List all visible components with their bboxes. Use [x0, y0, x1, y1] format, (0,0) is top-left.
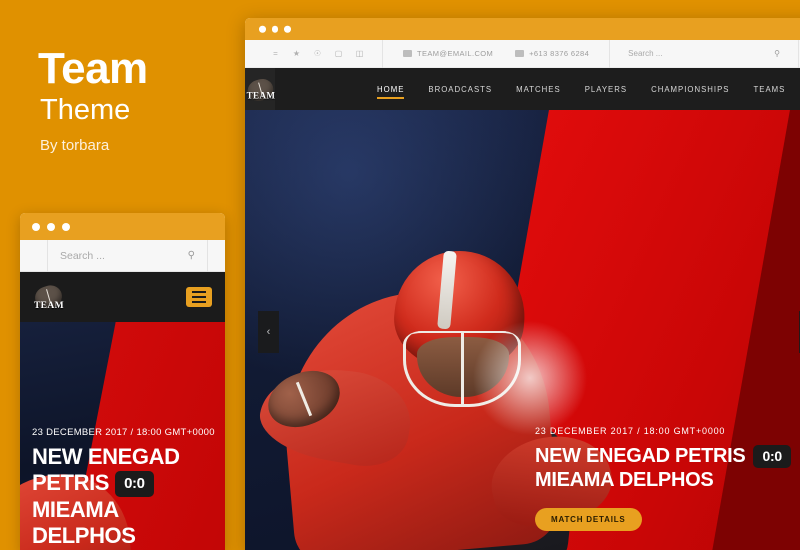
envelope-icon: [403, 50, 412, 57]
desktop-preview-window: = ★ ☉ ▢ ◫ TEAM@EMAIL.COM +613 8376 6284 …: [245, 18, 800, 550]
mobile-navbar: TEAM: [20, 272, 225, 322]
slider-prev-button[interactable]: ‹: [258, 310, 279, 353]
hamburger-bar-1: [192, 291, 206, 293]
mobile-search-placeholder: Search ...: [60, 249, 105, 262]
vk-icon[interactable]: ◫: [355, 49, 364, 58]
match-details-button[interactable]: MATCH DETAILS: [535, 507, 642, 531]
window-dot-maximize[interactable]: [284, 25, 291, 33]
home-team-name: NEW ENEGAD PETRIS: [535, 445, 746, 467]
mobile-titlebar: [20, 213, 225, 240]
search-input[interactable]: Search ... ⚲: [610, 40, 798, 68]
mobile-topbar-left-cell: [20, 239, 48, 272]
phone-text: +613 8376 6284: [529, 49, 590, 58]
pinterest-icon[interactable]: ☉: [313, 49, 322, 58]
phone-contact[interactable]: +613 8376 6284: [515, 49, 589, 58]
mobile-topbar-right-cell: [207, 239, 225, 272]
home-team-row: NEW ENEGAD PETRIS 0:0: [535, 444, 800, 469]
desktop-window-controls: [259, 25, 291, 33]
nav-item-teams[interactable]: TEAMS: [742, 68, 798, 110]
nav-menu: HOME BROADCASTS MATCHES PLAYERS CHAMPION…: [365, 68, 800, 110]
window-dot-close[interactable]: [32, 222, 40, 231]
hamburger-bar-2: [192, 296, 206, 298]
logo-text: TEAM: [33, 301, 65, 311]
logo-text: TEAM: [246, 91, 276, 102]
hero-caption: 23 DECEMBER 2017 / 18:00 GMT+0000 NEW EN…: [535, 426, 800, 531]
mobile-search-input[interactable]: Search ... ⚲: [48, 240, 207, 272]
nav-item-broadcasts[interactable]: BROADCASTS: [416, 68, 504, 110]
search-icon[interactable]: ⚲: [188, 250, 195, 261]
author-byline: By torbara: [40, 137, 110, 154]
nav-item-home[interactable]: HOME: [365, 68, 416, 110]
mobile-away-team-line2: DELPHOS: [32, 522, 136, 548]
mobile-hero-slider: 23 DECEMBER 2017 / 18:00 GMT+0000 NEW EN…: [20, 322, 225, 550]
desktop-titlebar: [245, 18, 800, 40]
site-topbar: = ★ ☉ ▢ ◫ TEAM@EMAIL.COM +613 8376 6284 …: [245, 39, 800, 68]
instagram-icon[interactable]: ▢: [334, 49, 343, 58]
site-logo[interactable]: TEAM: [245, 68, 276, 110]
mobile-window-controls: [32, 222, 70, 231]
search-placeholder: Search ...: [628, 49, 663, 58]
twitter-icon[interactable]: ★: [292, 49, 301, 58]
mobile-hero-caption: 23 DECEMBER 2017 / 18:00 GMT+0000 NEW EN…: [32, 427, 219, 549]
mobile-home-team-line1: NEW ENEGAD: [32, 444, 180, 469]
email-text: TEAM@EMAIL.COM: [417, 49, 494, 58]
mobile-match-date: 23 DECEMBER 2017 / 18:00 GMT+0000: [32, 427, 215, 438]
match-date: 23 DECEMBER 2017 / 18:00 GMT+0000: [535, 426, 726, 436]
window-dot-maximize[interactable]: [62, 222, 70, 231]
hamburger-bar-3: [192, 301, 206, 303]
page-title: Team: [38, 44, 148, 93]
logo-badge: TEAM: [245, 76, 276, 104]
social-links: = ★ ☉ ▢ ◫: [245, 40, 382, 68]
mobile-topbar: Search ... ⚲: [20, 239, 225, 272]
nav-item-players[interactable]: PLAYERS: [573, 68, 639, 110]
facebook-icon[interactable]: =: [271, 49, 280, 58]
mobile-match-score: 0:0: [115, 471, 154, 497]
nav-item-championships[interactable]: CHAMPIONSHIPS: [639, 68, 741, 110]
phone-icon: [515, 50, 525, 57]
match-score: 0:0: [753, 445, 791, 469]
window-dot-minimize[interactable]: [271, 25, 278, 33]
site-logo[interactable]: TEAM: [32, 282, 65, 312]
mobile-preview-window: Search ... ⚲ TEAM 23 DECEMBER 2017 / 18:…: [20, 213, 225, 550]
hero-slider: ‹ › 23 DECEMBER 2017 / 18:00 GMT+0000 NE…: [245, 110, 800, 550]
mobile-away-team-line1: MIEAMA: [32, 496, 119, 522]
mobile-home-team-line2: PETRIS: [32, 469, 110, 495]
email-contact[interactable]: TEAM@EMAIL.COM: [403, 49, 493, 58]
nav-item-matches[interactable]: MATCHES: [504, 68, 573, 110]
window-dot-close[interactable]: [259, 25, 266, 33]
window-dot-minimize[interactable]: [47, 222, 55, 231]
hamburger-menu-icon[interactable]: [186, 287, 212, 307]
stadium-light-flare: [465, 313, 595, 443]
main-navbar: TEAM HOME BROADCASTS MATCHES PLAYERS CHA…: [245, 68, 800, 110]
away-team-name: MIEAMA DELPHOS: [535, 469, 714, 492]
page-subtitle: Theme: [40, 94, 131, 126]
search-icon[interactable]: ⚲: [774, 49, 780, 58]
mobile-home-team-line2-row: PETRIS 0:0: [32, 470, 219, 497]
contact-info: TEAM@EMAIL.COM +613 8376 6284: [383, 40, 609, 68]
